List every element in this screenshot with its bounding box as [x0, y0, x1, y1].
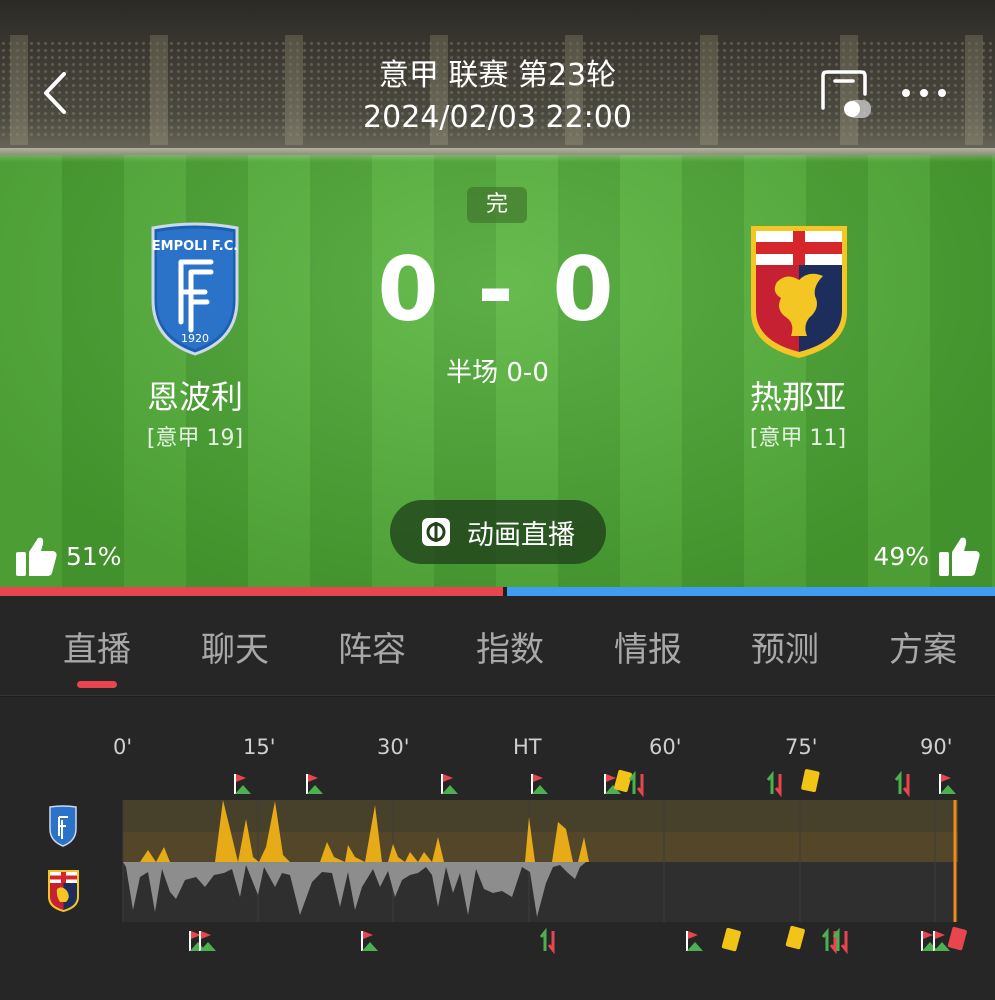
tab-plan[interactable]: 方案 [873, 622, 973, 671]
yellow-card-icon[interactable] [721, 927, 741, 952]
svg-text:EMPOLI F.C.: EMPOLI F.C. [152, 239, 238, 254]
home-support[interactable]: 51% [14, 534, 122, 578]
away-support-bar [507, 587, 995, 596]
substitution-icon[interactable] [894, 770, 910, 798]
tab-odds[interactable]: 指数 [460, 622, 560, 671]
away-support[interactable]: 49% [873, 534, 981, 578]
tab-chat[interactable]: 聊天 [185, 622, 285, 671]
substitution-icon[interactable] [539, 927, 555, 955]
thumbs-up-icon[interactable] [937, 534, 981, 578]
home-band-outer [123, 800, 958, 832]
empoli-logo[interactable]: EMPOLI F.C. 1920 [147, 222, 243, 356]
away-support-percent: 49% [873, 541, 929, 571]
corner-flag-icon[interactable] [361, 931, 378, 951]
home-support-bar [0, 587, 503, 596]
yellow-card-icon[interactable] [785, 925, 805, 950]
thumbs-up-icon[interactable] [14, 534, 58, 578]
tab-lineup[interactable]: 阵容 [322, 622, 422, 671]
yellow-card-icon[interactable] [801, 769, 820, 793]
genoa-mini-logo [48, 870, 79, 912]
match-momentum-timeline[interactable]: 0' 15' 30' HT 60' 75' 90' [0, 697, 995, 1000]
corner-flag-icon[interactable] [234, 774, 251, 794]
tab-intel[interactable]: 情报 [598, 622, 698, 671]
corner-flag-icon[interactable] [686, 931, 703, 951]
match-header: 意甲 联赛 第23轮 2024/02/03 22:00 完 0 - 0 半场 0… [0, 0, 995, 587]
support-ratio-bar [0, 587, 995, 596]
tab-bar: 直播 聊天 阵容 指数 情报 预测 方案 [0, 596, 995, 696]
match-status-badge: 完 [467, 187, 527, 223]
genoa-logo[interactable] [747, 222, 851, 360]
animation-live-button[interactable]: 动画直播 [390, 500, 606, 564]
away-team-rank: [意甲 11] [749, 426, 847, 451]
red-card-icon[interactable] [947, 926, 967, 951]
corner-flag-icon[interactable] [531, 774, 548, 794]
svg-text:1920: 1920 [181, 332, 209, 345]
home-team-name[interactable]: 恩波利 [85, 372, 305, 418]
empoli-mini-logo [49, 805, 77, 847]
animation-live-icon [422, 518, 450, 546]
animation-live-label: 动画直播 [467, 519, 575, 551]
tab-prediction[interactable]: 预测 [735, 622, 835, 671]
corner-flag-icon[interactable] [306, 774, 323, 794]
home-support-percent: 51% [66, 541, 122, 571]
substitution-icon[interactable] [628, 770, 644, 798]
substitution-icon[interactable] [821, 927, 837, 955]
yellow-card-icon[interactable] [614, 769, 633, 793]
corner-flag-icon[interactable] [933, 931, 950, 951]
more-dots-icon[interactable] [898, 78, 950, 108]
corner-flag-icon[interactable] [441, 774, 458, 794]
screen-mode-icon[interactable] [817, 68, 873, 122]
substitution-icon[interactable] [766, 770, 782, 798]
tab-live[interactable]: 直播 [47, 622, 147, 671]
corner-flag-icon[interactable] [939, 774, 956, 794]
home-team-rank: [意甲 19] [146, 426, 244, 451]
away-team-name[interactable]: 热那亚 [688, 372, 908, 418]
momentum-chart [122, 769, 967, 955]
active-tab-indicator [77, 681, 117, 688]
